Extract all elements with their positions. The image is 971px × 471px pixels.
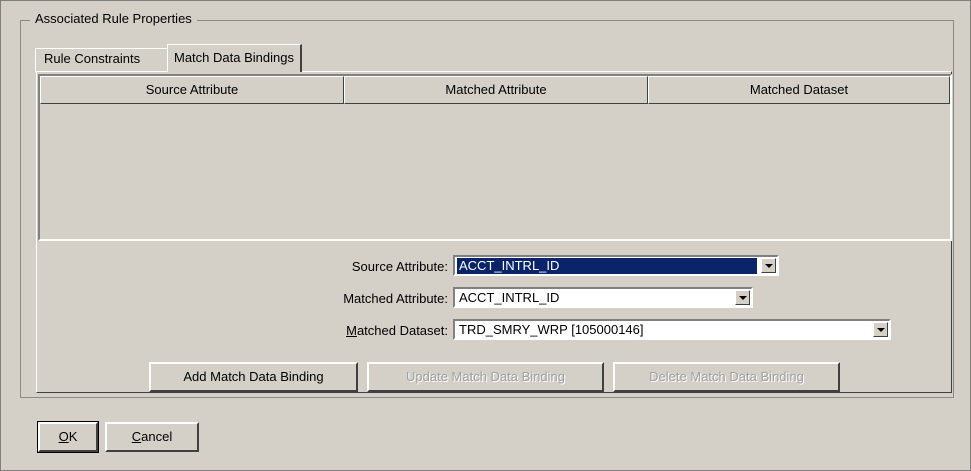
tab-match-data-bindings[interactable]: Match Data Bindings	[167, 44, 302, 72]
chevron-down-icon[interactable]	[873, 322, 888, 337]
tab-rule-constraints[interactable]: Rule Constraints	[38, 48, 146, 70]
source-attribute-label: Source Attribute:	[351, 259, 448, 274]
mnemonic: O	[58, 429, 69, 444]
group-title: Associated Rule Properties	[30, 11, 197, 26]
chevron-down-icon[interactable]	[761, 258, 776, 273]
mnemonic: M	[346, 323, 357, 338]
matched-dataset-label: Matched Dataset:	[301, 323, 448, 338]
column-header-source-attribute[interactable]: Source Attribute	[40, 76, 344, 104]
column-header-matched-attribute[interactable]: Matched Attribute	[344, 76, 648, 104]
button-text: ancel	[141, 429, 173, 444]
label-text: atched Dataset:	[356, 323, 448, 338]
matched-attribute-select[interactable]: ACCT_INTRL_ID	[453, 287, 753, 308]
chevron-down-icon[interactable]	[735, 290, 750, 305]
matched-dataset-select[interactable]: TRD_SMRY_WRP [105000146]	[453, 319, 891, 340]
mnemonic: C	[131, 429, 142, 444]
matched-dataset-value: TRD_SMRY_WRP [105000146]	[459, 322, 644, 337]
button-text: K	[68, 429, 78, 444]
matched-attribute-label: Matched Attribute:	[343, 291, 448, 306]
cancel-button[interactable]: Cancel	[105, 422, 199, 452]
source-attribute-value: ACCT_INTRL_ID	[457, 258, 757, 274]
dialog: Associated Rule Properties Rule Constrai…	[0, 0, 971, 471]
column-header-matched-dataset[interactable]: Matched Dataset	[648, 76, 950, 104]
matched-attribute-value: ACCT_INTRL_ID	[459, 290, 560, 305]
add-match-data-binding-button[interactable]: Add Match Data Binding	[149, 362, 358, 392]
bindings-table[interactable]: Source Attribute Matched Attribute Match…	[38, 74, 952, 241]
update-match-data-binding-button[interactable]: Update Match Data Binding	[367, 362, 604, 392]
ok-button[interactable]: OK	[37, 421, 99, 453]
source-attribute-select[interactable]: ACCT_INTRL_ID	[453, 255, 779, 276]
delete-match-data-binding-button[interactable]: Delete Match Data Binding	[613, 362, 840, 392]
table-header: Source Attribute Matched Attribute Match…	[40, 76, 950, 104]
